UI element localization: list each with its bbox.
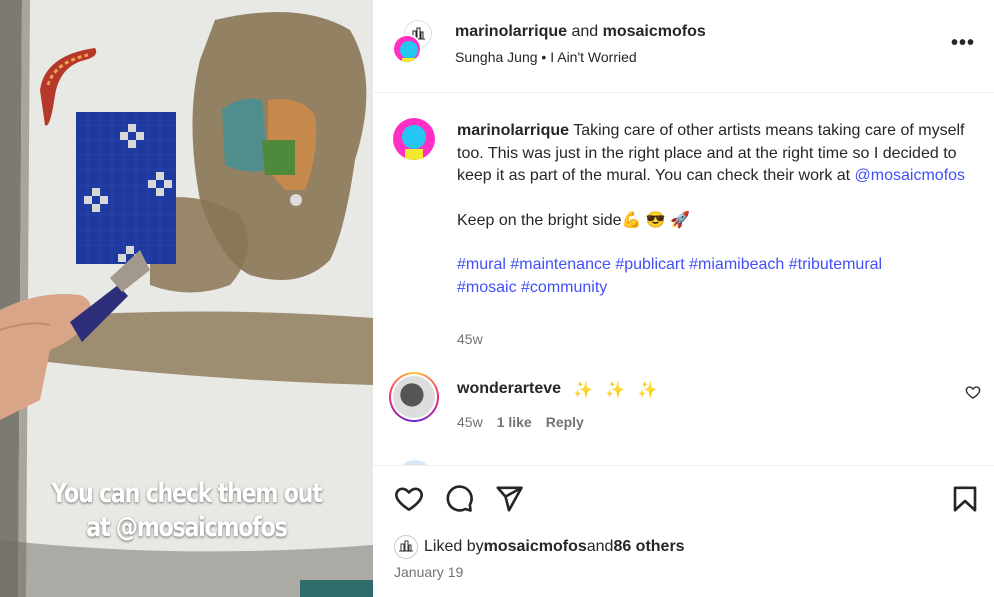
author-avatar[interactable] xyxy=(393,118,435,160)
post-date[interactable]: January 19 xyxy=(394,564,463,580)
caption-line2: Keep on the bright side💪 😎 🚀 xyxy=(457,211,691,229)
hashtags-line1: #mural #maintenance #publicart #miamibea… xyxy=(457,254,982,277)
comment-time[interactable]: 45w xyxy=(457,414,483,430)
heart-icon[interactable] xyxy=(394,484,424,514)
comment-likes[interactable]: 1 like xyxy=(497,414,532,430)
post-caption: marinolarrique Taking care of other arti… xyxy=(457,120,982,299)
comment-like-heart-icon[interactable] xyxy=(965,384,981,400)
video-caption-line2: at @mosaicmofos xyxy=(86,512,288,543)
header-usernames: marinolarrique and mosaicmofos xyxy=(455,22,706,42)
caption-mention-link[interactable]: @mosaicmofos xyxy=(855,167,966,184)
author-profile-icon xyxy=(393,118,435,160)
collab-avatars[interactable] xyxy=(392,20,436,68)
audio-track[interactable]: I Ain't Worried xyxy=(550,49,636,65)
comment-text: ✨ ✨ ✨ xyxy=(573,382,662,399)
caption-paragraph: marinolarrique Taking care of other arti… xyxy=(457,120,982,188)
header-and: and xyxy=(567,23,603,40)
commenter-avatar xyxy=(393,376,435,418)
post-comments-area[interactable]: marinolarrique Taking care of other arti… xyxy=(373,93,994,465)
post-panel: marinolarrique and mosaicmofos Sungha Ju… xyxy=(373,0,994,597)
video-caption-line1: You can check them out xyxy=(51,478,323,509)
comment-username[interactable]: wonderarteve xyxy=(457,380,561,398)
post-timestamp[interactable]: 45w xyxy=(457,331,483,347)
audio-info[interactable]: Sungha Jung • I Ain't Worried xyxy=(455,48,637,66)
comment-icon[interactable] xyxy=(444,484,474,514)
post-media[interactable]: You can check them out at @mosaicmofos xyxy=(0,0,373,597)
likes-summary: Liked by mosaicmofos and 86 others xyxy=(394,535,685,559)
hashtag-links-2[interactable]: #mosaic #community xyxy=(457,279,607,296)
liked-mid: and xyxy=(586,538,614,555)
action-bar: Liked by mosaicmofos and 86 others Janua… xyxy=(373,465,994,597)
marinolarrique-avatar[interactable] xyxy=(392,34,422,64)
audio-separator: • xyxy=(537,49,551,65)
commenter-avatar-story-ring[interactable] xyxy=(389,372,439,422)
more-options-button[interactable]: ••• xyxy=(951,32,975,55)
liker-logo-icon xyxy=(399,540,413,552)
bookmark-icon[interactable] xyxy=(950,484,980,514)
comment-item: wonderarteve ✨ ✨ ✨ 45w 1 like Reply xyxy=(373,370,994,440)
liked-user-link[interactable]: mosaicmofos xyxy=(484,538,587,556)
post-header: marinolarrique and mosaicmofos Sungha Ju… xyxy=(373,0,994,93)
comment-meta: 45w 1 like Reply xyxy=(457,414,598,430)
liked-prefix: Liked by xyxy=(424,538,484,555)
comment-reply-button[interactable]: Reply xyxy=(546,414,584,430)
liker-avatar[interactable] xyxy=(394,535,418,559)
hashtags-line2: #mosaic #community xyxy=(457,277,982,300)
header-user1-link[interactable]: marinolarrique xyxy=(455,23,567,40)
header-user2-link[interactable]: mosaicmofos xyxy=(603,23,706,40)
caption-username[interactable]: marinolarrique xyxy=(457,122,569,139)
profile-art-icon xyxy=(394,36,420,62)
liked-others-link[interactable]: 86 others xyxy=(613,538,684,556)
share-icon[interactable] xyxy=(494,484,524,514)
hashtag-links-1[interactable]: #mural #maintenance #publicart #miamibea… xyxy=(457,256,882,273)
audio-artist[interactable]: Sungha Jung xyxy=(455,49,538,65)
